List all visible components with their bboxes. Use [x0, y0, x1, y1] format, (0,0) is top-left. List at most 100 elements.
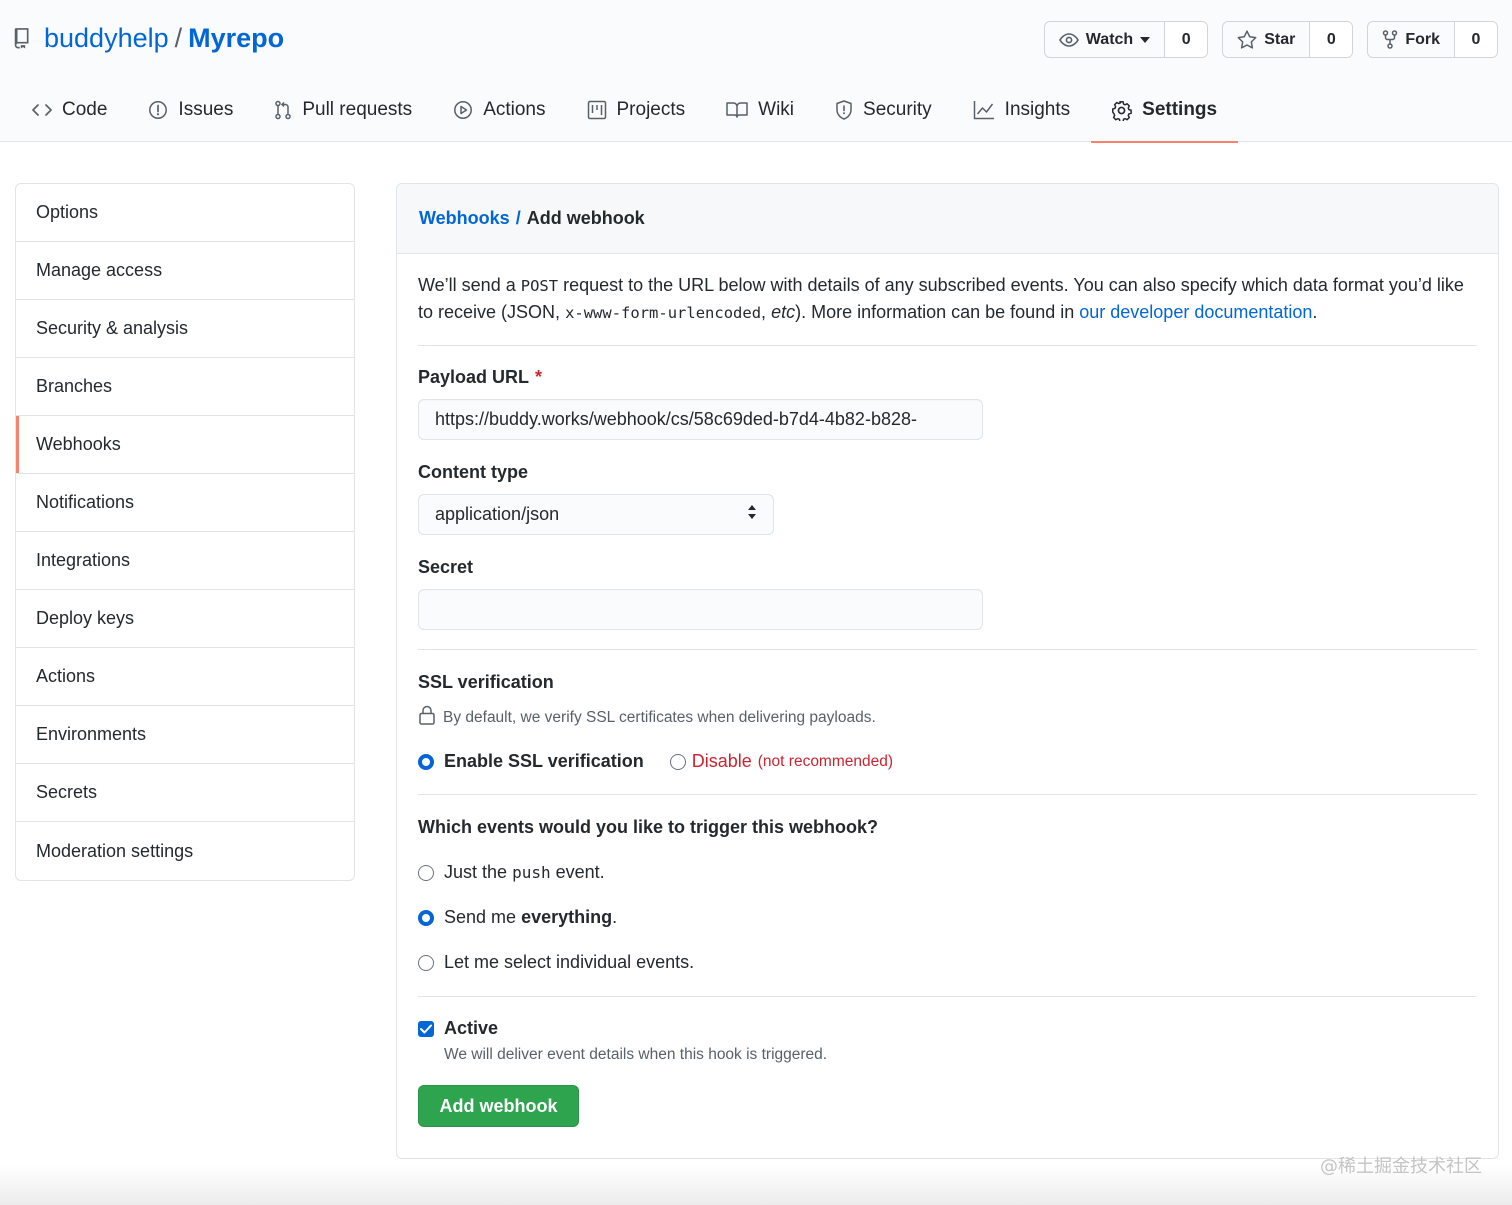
tab-settings[interactable]: Settings: [1091, 78, 1239, 143]
bottom-fade: [0, 1165, 1512, 1205]
ssl-disable-note: (not recommended): [757, 752, 894, 770]
select-arrows-icon: [747, 504, 757, 525]
tab-code-label: Code: [62, 99, 108, 120]
graph-icon: [973, 100, 995, 120]
sidebar-item-integrations[interactable]: Integrations: [16, 532, 354, 590]
event-everything-radio[interactable]: [418, 909, 434, 926]
code-icon: [32, 103, 52, 117]
event-push-option[interactable]: Just the push event.: [418, 862, 1477, 883]
secret-input[interactable]: [418, 589, 983, 630]
repo-title: buddyhelp / Myrepo: [14, 20, 284, 56]
sidebar-item-notifications[interactable]: Notifications: [16, 474, 354, 532]
tab-insights[interactable]: Insights: [953, 78, 1091, 142]
intro-part: .: [1312, 302, 1318, 322]
tab-projects[interactable]: Projects: [567, 78, 707, 142]
tab-issues-label: Issues: [178, 99, 234, 120]
repo-name-link[interactable]: Myrepo: [188, 23, 284, 54]
fork-button[interactable]: Fork: [1368, 22, 1455, 57]
sidebar-item-actions[interactable]: Actions: [16, 648, 354, 706]
content-type-value: application/json: [435, 504, 560, 524]
settings-sidebar: Options Manage access Security & analysi…: [15, 183, 355, 881]
sidebar-item-branches[interactable]: Branches: [16, 358, 354, 416]
repo-owner-link[interactable]: buddyhelp: [44, 23, 169, 54]
watch-count[interactable]: 0: [1165, 22, 1208, 57]
play-icon: [453, 100, 473, 120]
lock-icon: [418, 705, 436, 730]
event-select-radio[interactable]: [418, 954, 434, 971]
add-webhook-button[interactable]: Add webhook: [418, 1085, 579, 1127]
watch-button[interactable]: Watch: [1045, 22, 1166, 57]
intro-part: We’ll send a: [418, 275, 516, 295]
secret-group: Secret: [418, 535, 1477, 650]
ssl-note-row: By default, we verify SSL certificates w…: [418, 705, 1477, 730]
shield-icon: [835, 100, 853, 120]
sidebar-item-deploy-keys[interactable]: Deploy keys: [16, 590, 354, 648]
sidebar-item-moderation-settings[interactable]: Moderation settings: [16, 822, 354, 880]
sidebar-item-security-analysis[interactable]: Security & analysis: [16, 300, 354, 358]
star-count[interactable]: 0: [1310, 22, 1353, 57]
event-push-label: Just the push event.: [444, 862, 605, 883]
sidebar-item-options[interactable]: Options: [16, 184, 354, 242]
tab-security[interactable]: Security: [815, 78, 953, 142]
intro-post-code: POST: [520, 277, 559, 295]
active-checkbox[interactable]: [418, 1020, 434, 1037]
star-icon: [1237, 30, 1257, 49]
ssl-verification-group: SSL verification By default, we verify S…: [418, 650, 1477, 795]
star-button[interactable]: Star: [1223, 22, 1311, 57]
developer-docs-link[interactable]: our developer documentation: [1079, 302, 1312, 322]
ssl-options: Enable SSL verification Disable (not rec…: [418, 751, 1477, 772]
events-title: Which events would you like to trigger t…: [418, 817, 879, 837]
ssl-disable-radio[interactable]: [669, 753, 686, 770]
tab-issues[interactable]: Issues: [128, 78, 254, 142]
active-group: Active We will deliver event details whe…: [418, 997, 1477, 1064]
required-marker: *: [535, 367, 543, 387]
event-push-radio[interactable]: [418, 864, 434, 881]
issue-icon: [148, 100, 168, 120]
sidebar-item-secrets[interactable]: Secrets: [16, 764, 354, 822]
breadcrumb-webhooks-link[interactable]: Webhooks: [419, 208, 510, 229]
tab-security-label: Security: [863, 99, 932, 120]
tab-actions[interactable]: Actions: [433, 78, 566, 142]
ssl-enable-radio[interactable]: [418, 753, 434, 770]
ssl-disable-label: Disable: [691, 751, 752, 771]
secret-label: Secret: [418, 557, 474, 577]
event-everything-bold: everything: [521, 907, 613, 927]
payload-url-label-text: Payload URL: [418, 367, 530, 387]
watermark: @稀土掘金技术社区: [1320, 1156, 1482, 1177]
event-push-code: push: [512, 863, 551, 882]
fork-label: Fork: [1405, 30, 1440, 48]
payload-url-group: Payload URL * https://buddy.works/webhook…: [418, 346, 1477, 440]
intro-part: ,: [761, 302, 767, 322]
tab-wiki[interactable]: Wiki: [706, 78, 815, 142]
event-everything-label: Send me everything.: [444, 907, 617, 928]
tab-pull-requests[interactable]: Pull requests: [254, 78, 433, 142]
fork-count[interactable]: 0: [1455, 22, 1497, 57]
tab-code[interactable]: Code: [0, 78, 128, 142]
payload-url-input[interactable]: https://buddy.works/webhook/cs/58c69ded-…: [418, 399, 983, 440]
fork-icon: [1382, 30, 1398, 49]
caret-down-icon: [1140, 36, 1151, 43]
ssl-enable-option[interactable]: Enable SSL verification: [418, 751, 644, 772]
ssl-disable-option[interactable]: Disable (not recommended): [669, 751, 894, 772]
intro-format-code: x-www-form-urlencoded: [565, 304, 762, 322]
sidebar-item-webhooks[interactable]: Webhooks: [16, 416, 354, 474]
repo-actions: Watch 0 Star 0 Fork 0: [1043, 21, 1498, 58]
event-push-text: event.: [555, 862, 605, 882]
eye-icon: [1058, 32, 1079, 47]
active-label: Active: [444, 1018, 499, 1038]
ssl-title: SSL verification: [418, 672, 554, 692]
repo-title-separator: /: [174, 22, 183, 53]
tab-pull-requests-label: Pull requests: [302, 99, 413, 120]
content-type-select[interactable]: application/json: [418, 494, 774, 535]
active-option[interactable]: Active: [418, 1018, 1477, 1039]
watch-button-group: Watch 0: [1043, 21, 1209, 58]
sidebar-item-manage-access[interactable]: Manage access: [16, 242, 354, 300]
content-type-group: Content type application/json: [418, 440, 1477, 535]
gear-icon: [1111, 100, 1133, 121]
repo-icon: [14, 26, 34, 50]
sidebar-item-environments[interactable]: Environments: [16, 706, 354, 764]
content-type-label: Content type: [418, 462, 528, 482]
event-everything-option[interactable]: Send me everything.: [418, 907, 1477, 928]
event-everything-text: .: [612, 907, 618, 927]
event-select-option[interactable]: Let me select individual events.: [418, 952, 1477, 973]
